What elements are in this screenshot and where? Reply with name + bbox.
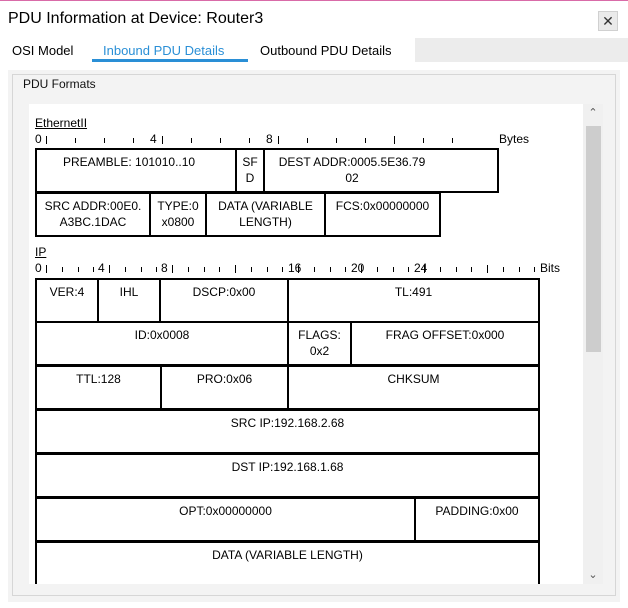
ethernet-label: EthernetII <box>35 116 88 130</box>
ip-ruler-unit: Bits <box>540 261 561 275</box>
ip-ttl-field: TTL:128 <box>35 365 162 410</box>
pdu-formats-legend: PDU Formats <box>20 77 99 91</box>
active-tab-indicator <box>92 59 248 62</box>
tab-bar-background <box>415 38 628 62</box>
ruler-tick <box>408 267 410 272</box>
ip-ihl-field: IHL <box>97 278 161 323</box>
ruler-tick <box>93 267 95 272</box>
scrollbar-thumb[interactable] <box>586 126 601 352</box>
ruler-tick <box>133 138 134 143</box>
tab-bar: OSI Model Inbound PDU Details Outbound P… <box>0 38 628 64</box>
ethernet-ruler-unit: Bytes <box>499 132 530 146</box>
tab-osi-model[interactable]: OSI Model <box>12 43 73 58</box>
ruler-tick <box>140 267 142 272</box>
ruler-tick <box>361 265 362 273</box>
ruler-tick <box>376 267 378 272</box>
fcs-field: FCS:0x00000000 <box>324 192 441 237</box>
ruler-tick <box>46 136 47 144</box>
ruler-tick <box>345 267 347 272</box>
ruler-tick <box>220 138 221 143</box>
ruler-tick <box>392 267 394 272</box>
tab-inbound-pdu-details[interactable]: Inbound PDU Details <box>103 43 224 58</box>
ip-ruler-24: 24 <box>414 261 428 275</box>
ip-ruler-0: 0 <box>35 261 42 275</box>
title-bar: PDU Information at Device: Router3 ✕ <box>0 0 628 36</box>
ip-opt-field: OPT:0x00000000 <box>35 497 416 542</box>
ruler-tick <box>455 267 457 272</box>
ruler-tick <box>75 138 76 143</box>
ip-tl-field: TL:491 <box>287 278 540 323</box>
ip-frag-offset-field: FRAG OFFSET:0x000 <box>350 321 540 366</box>
ip-src-field: SRC IP:192.168.2.68 <box>35 409 540 454</box>
ip-data-field: DATA (VARIABLE LENGTH) <box>35 541 540 584</box>
pdu-diagram: EthernetII 0 4 8 Bytes PREAMBLE: 101010.… <box>29 104 583 584</box>
ruler-tick <box>156 267 158 272</box>
ruler-tick <box>424 265 425 273</box>
ruler-tick <box>162 136 163 144</box>
dest-addr-field: DEST ADDR:0005.5E36.79 02 <box>263 148 441 193</box>
ruler-tick <box>394 136 395 144</box>
ruler-tick <box>307 138 308 143</box>
ruler-tick <box>282 267 284 272</box>
sfd-field: SF D <box>235 148 265 193</box>
ethernet-ruler-0: 0 <box>35 132 42 146</box>
ruler-tick <box>172 265 173 273</box>
ip-label: IP <box>35 245 47 259</box>
ruler-tick <box>61 267 63 272</box>
ip-dst-field: DST IP:192.168.1.68 <box>35 453 540 498</box>
ruler-tick <box>266 267 268 272</box>
ip-ver-field: VER:4 <box>35 278 99 323</box>
ruler-tick <box>298 265 299 273</box>
data-field: DATA (VARIABLE LENGTH) <box>205 192 326 237</box>
type-field: TYPE:0 x0800 <box>149 192 207 237</box>
ruler-tick <box>203 267 205 272</box>
ip-id-field: ID:0x0008 <box>35 321 289 366</box>
ethernet-ruler-4: 4 <box>150 132 157 146</box>
ruler-tick <box>518 267 520 272</box>
ruler-tick <box>452 138 453 143</box>
window-title: PDU Information at Device: Router3 <box>8 10 264 27</box>
scroll-up-icon[interactable]: ⌃ <box>583 104 603 122</box>
ruler-tick <box>46 265 47 273</box>
ip-ruler-16: 16 <box>288 261 302 275</box>
vertical-scrollbar[interactable]: ⌃ ⌄ <box>583 104 603 584</box>
ruler-tick <box>487 265 488 273</box>
dest-addr-field-continuation <box>439 148 499 193</box>
tab-outbound-pdu-details[interactable]: Outbound PDU Details <box>260 43 392 58</box>
ruler-tick <box>235 265 236 273</box>
ip-ruler-20: 20 <box>351 261 365 275</box>
ruler-tick <box>502 267 504 272</box>
ruler-tick <box>471 267 473 272</box>
ruler-tick <box>423 138 424 143</box>
ruler-tick <box>191 138 192 143</box>
close-button[interactable]: ✕ <box>598 11 618 31</box>
ruler-tick <box>219 267 221 272</box>
close-icon: ✕ <box>602 13 614 29</box>
ruler-tick <box>278 136 279 144</box>
ruler-tick <box>329 267 331 272</box>
ruler-tick <box>439 267 441 272</box>
ruler-tick <box>365 138 366 143</box>
ip-chksum-field: CHKSUM <box>287 365 540 410</box>
ip-ruler-8: 8 <box>161 261 168 275</box>
ip-padding-field: PADDING:0x00 <box>414 497 540 542</box>
ip-dscp-field: DSCP:0x00 <box>159 278 289 323</box>
ruler-tick <box>250 267 252 272</box>
preamble-field: PREAMBLE: 101010..10 <box>35 148 237 193</box>
scroll-down-icon[interactable]: ⌄ <box>583 566 603 584</box>
ruler-tick <box>249 138 250 143</box>
ruler-tick <box>104 138 105 143</box>
ruler-tick <box>534 267 536 272</box>
ruler-tick <box>77 267 79 272</box>
ip-flags-field: FLAGS: 0x2 <box>287 321 352 366</box>
ruler-tick <box>313 267 315 272</box>
ip-pro-field: PRO:0x06 <box>160 365 289 410</box>
ruler-tick <box>187 267 189 272</box>
ruler-tick <box>124 267 126 272</box>
ruler-tick <box>109 265 110 273</box>
src-addr-field: SRC ADDR:00E0. A3BC.1DAC <box>35 192 151 237</box>
ethernet-ruler-8: 8 <box>266 132 273 146</box>
ip-ruler-4: 4 <box>98 261 105 275</box>
ruler-tick <box>336 138 337 143</box>
